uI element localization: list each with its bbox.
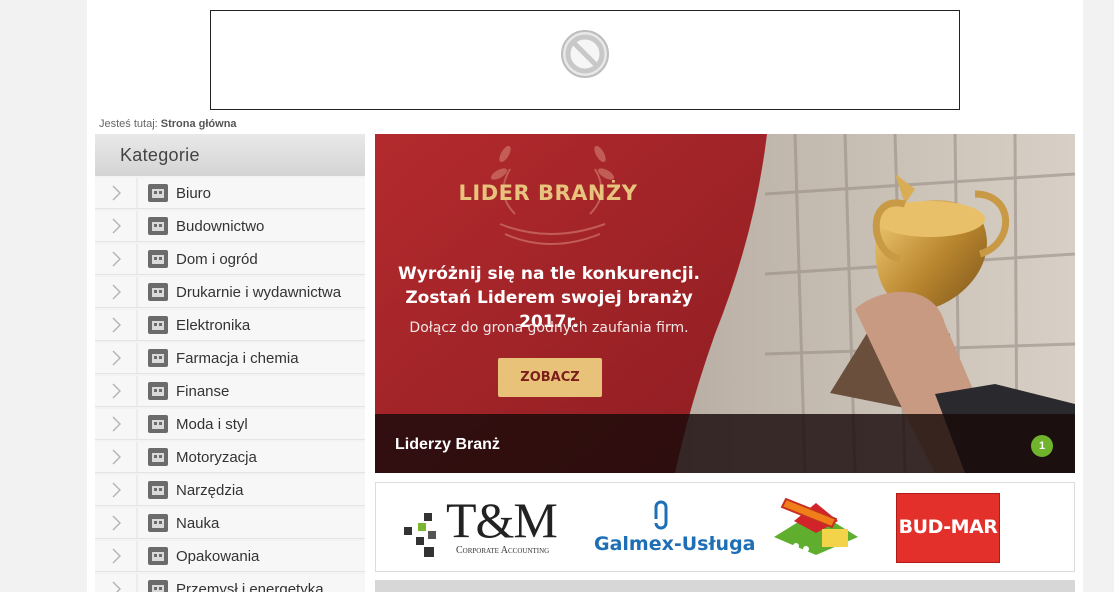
sidebar-item[interactable]: Nauka xyxy=(95,508,365,539)
sidebar-item-label: Moda i styl xyxy=(176,415,248,433)
chart-icon xyxy=(148,382,168,400)
chevron-right-icon xyxy=(95,508,138,538)
breadcrumb: Jesteś tutaj: Strona główna xyxy=(99,118,237,130)
galmex-clip-icon xyxy=(654,500,668,530)
sidebar-item-label: Farmacja i chemia xyxy=(176,349,299,367)
blocked-image-icon xyxy=(561,30,609,78)
sidebar-item-label: Dom i ogród xyxy=(176,250,258,268)
chevron-right-icon xyxy=(95,442,138,472)
sidebar-item-label: Narzędzia xyxy=(176,481,244,499)
chevron-right-icon xyxy=(95,244,138,274)
chevron-right-icon xyxy=(95,475,138,505)
chevron-right-icon xyxy=(95,178,138,208)
pharmacy-icon xyxy=(148,349,168,367)
super-dach-logo[interactable] xyxy=(766,491,864,561)
tm-accounting-logo[interactable]: T&M Corporate Accounting xyxy=(404,493,566,559)
slide-caption: Liderzy Branż 1 xyxy=(375,414,1075,473)
category-sidebar: Kategorie Biuro Budownictwo Dom i ogród Dru… xyxy=(95,134,365,592)
hero-slider[interactable]: LIDER BRANŻY Wyróżnij się na tle konkure… xyxy=(375,134,1075,473)
package-icon xyxy=(148,547,168,565)
slide-indicator[interactable]: 1 xyxy=(1031,435,1053,457)
graduation-cap-icon xyxy=(148,514,168,532)
sidebar-item[interactable]: Finanse xyxy=(95,376,365,407)
sidebar-item-label: Budownictwo xyxy=(176,217,265,235)
house-icon xyxy=(148,250,168,268)
slide-caption-text[interactable]: Liderzy Branż xyxy=(395,436,500,454)
chevron-right-icon xyxy=(95,376,138,406)
chevron-right-icon xyxy=(95,343,138,373)
factory-icon xyxy=(148,580,168,592)
sidebar-item-label: Elektronika xyxy=(176,316,251,334)
building-icon xyxy=(148,217,168,235)
sidebar-item[interactable]: Elektronika xyxy=(95,310,365,341)
sidebar-item[interactable]: Motoryzacja xyxy=(95,442,365,473)
banner-headline-line-1: Wyróżnij się na tle konkurencji. xyxy=(398,264,700,284)
sidebar-item[interactable]: Narzędzia xyxy=(95,475,365,506)
chevron-right-icon xyxy=(95,541,138,571)
chevron-right-icon xyxy=(95,277,138,307)
content-divider xyxy=(375,580,1075,592)
galmex-name: Galmex-Usługa xyxy=(594,533,756,555)
galmex-logo[interactable]: Galmex-Usługa xyxy=(594,499,756,559)
sidebar-item-label: Finanse xyxy=(176,382,230,400)
tools-icon xyxy=(148,481,168,499)
bud-mar-logo[interactable]: BUD-MAR xyxy=(896,493,1000,563)
ad-banner[interactable] xyxy=(210,10,960,110)
chevron-right-icon xyxy=(95,574,138,592)
partner-logos: T&M Corporate Accounting Galmex-Usługa B… xyxy=(375,482,1075,572)
sidebar-item-label: Nauka xyxy=(176,514,220,532)
banner-subtext: Dołącz do grona godnych zaufania firm. xyxy=(409,320,689,336)
sidebar-item[interactable]: Opakowania xyxy=(95,541,365,572)
chevron-right-icon xyxy=(95,409,138,439)
breadcrumb-prefix: Jesteś tutaj: xyxy=(99,118,158,130)
sidebar-item-label: Biuro xyxy=(176,184,212,202)
category-list: Biuro Budownictwo Dom i ogród Drukarnie i w… xyxy=(95,178,365,592)
banner-badge: LIDER BRANŻY xyxy=(458,181,638,205)
tm-subtitle: Corporate Accounting xyxy=(456,545,550,556)
sidebar-item-label: Przemysł i energetyka xyxy=(176,580,324,592)
tm-squares-icon xyxy=(404,513,436,557)
chevron-right-icon xyxy=(95,211,138,241)
sidebar-item-label: Opakowania xyxy=(176,547,260,565)
car-icon xyxy=(148,448,168,466)
clothing-icon xyxy=(148,415,168,433)
sidebar-item[interactable]: Drukarnie i wydawnictwa xyxy=(95,277,365,308)
super-dach-house-icon xyxy=(774,497,858,555)
sidebar-item-label: Motoryzacja xyxy=(176,448,257,466)
sidebar-item-label: Drukarnie i wydawnictwa xyxy=(176,283,342,301)
chevron-right-icon xyxy=(95,310,138,340)
sidebar-item[interactable]: Budownictwo xyxy=(95,211,365,242)
sidebar-item[interactable]: Moda i styl xyxy=(95,409,365,440)
breadcrumb-current[interactable]: Strona główna xyxy=(161,118,237,130)
tm-name: T&M xyxy=(446,492,558,548)
see-more-button[interactable]: ZOBACZ xyxy=(498,358,602,397)
sidebar-item[interactable]: Przemysł i energetyka xyxy=(95,574,365,592)
sidebar-item[interactable]: Biuro xyxy=(95,178,365,209)
sidebar-item[interactable]: Farmacja i chemia xyxy=(95,343,365,374)
printer-icon xyxy=(148,283,168,301)
sidebar-title: Kategorie xyxy=(95,134,365,176)
sidebar-item[interactable]: Dom i ogród xyxy=(95,244,365,275)
monitor-icon xyxy=(148,316,168,334)
bud-mar-name: BUD-MAR xyxy=(898,516,998,538)
office-icon xyxy=(148,184,168,202)
